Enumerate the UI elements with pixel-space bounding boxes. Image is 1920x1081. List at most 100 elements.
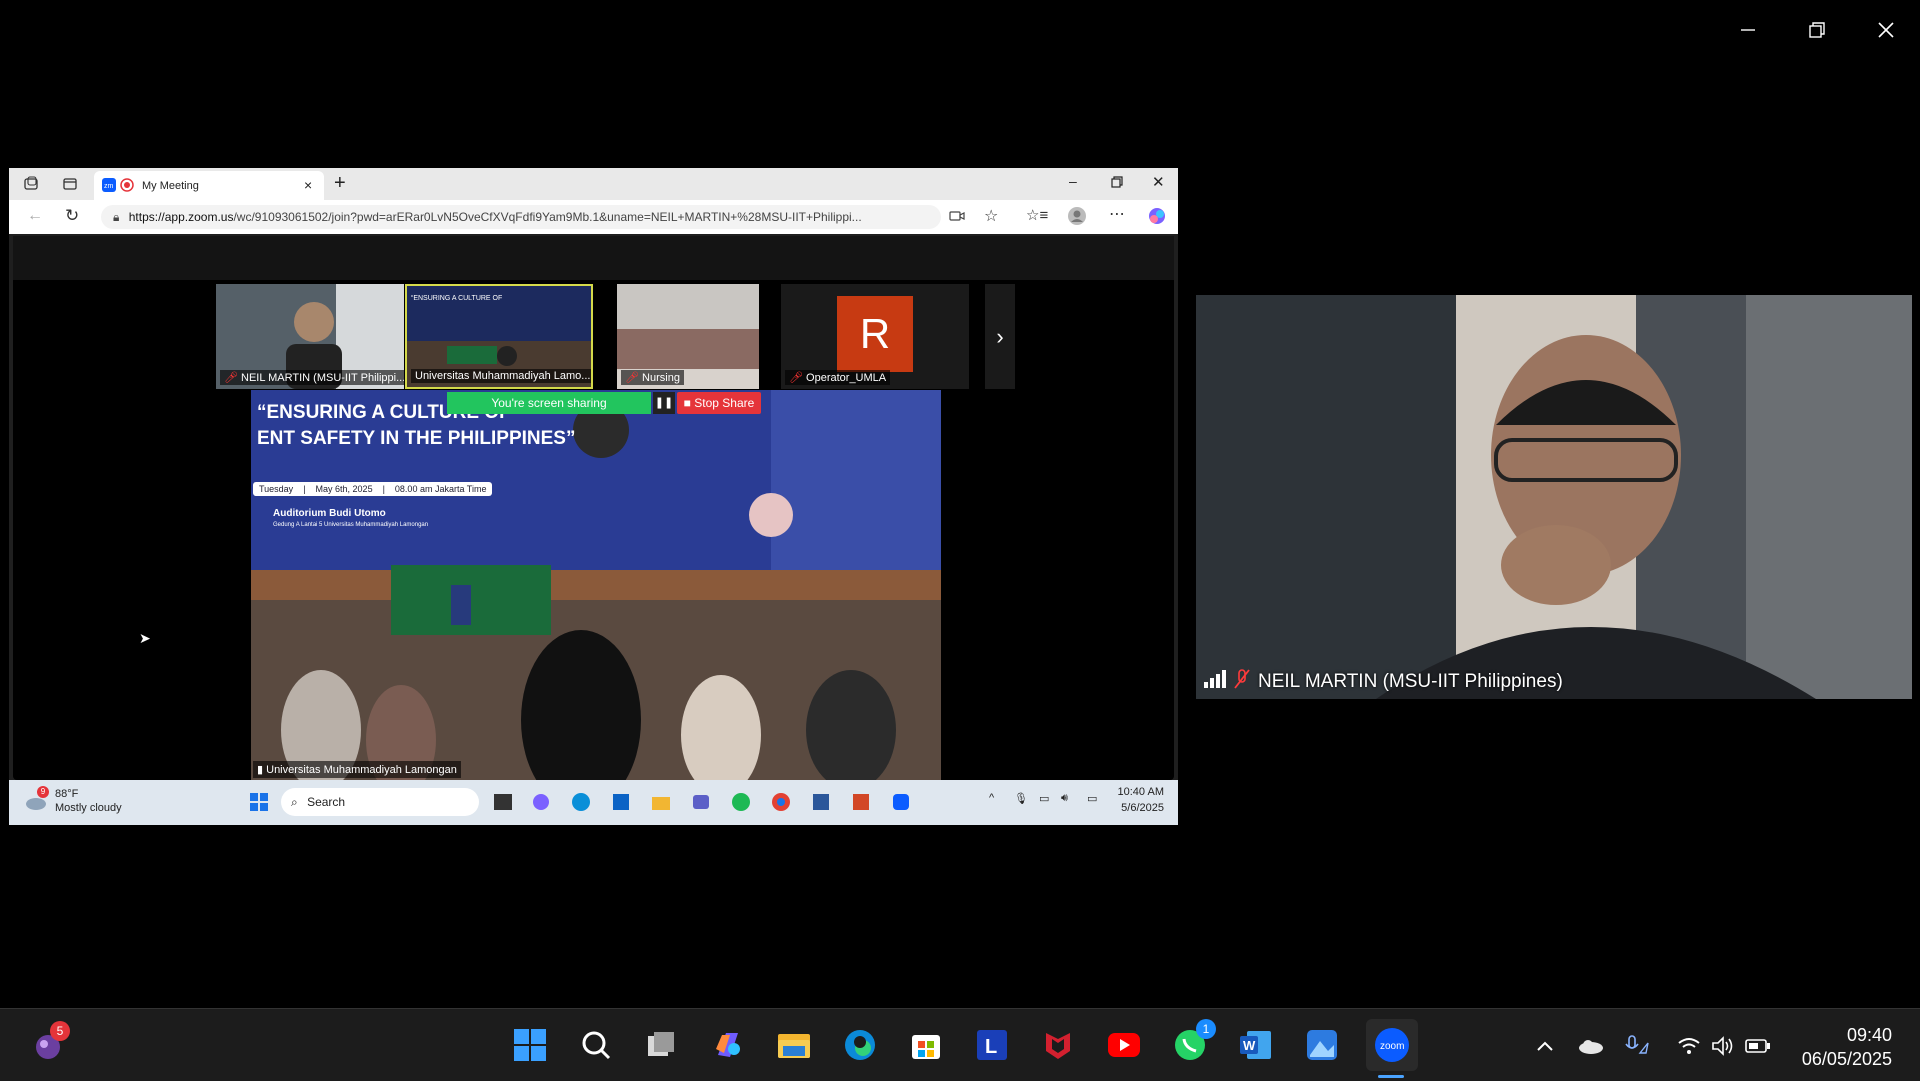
- edge-icon[interactable]: [838, 1023, 882, 1067]
- window-controls: [1713, 0, 1920, 60]
- svg-text:L: L: [985, 1036, 997, 1058]
- volume-icon[interactable]: [1710, 1033, 1736, 1059]
- copilot-icon[interactable]: [706, 1023, 750, 1067]
- word-icon[interactable]: [811, 792, 831, 815]
- svg-text:zm: zm: [104, 183, 114, 190]
- tab-close-icon[interactable]: ×: [304, 177, 312, 193]
- taskbar: 5 L 1 W zoom 09:40 06/05/2025: [0, 1008, 1920, 1081]
- zoom-meeting-area: 🎤︎ NEIL MARTIN (MSU-IIT Philippi... “ENS…: [13, 236, 1174, 780]
- microphone-icon[interactable]: [1624, 1033, 1650, 1059]
- speaker-name-label: NEIL MARTIN (MSU-IIT Philippines): [1204, 669, 1563, 695]
- search-icon[interactable]: [574, 1023, 618, 1067]
- stop-share-button[interactable]: ■ Stop Share: [677, 392, 761, 414]
- muted-mic-icon: 🎤︎: [789, 372, 803, 384]
- zoom-icon[interactable]: zoom: [1366, 1019, 1418, 1071]
- active-app-indicator: [1378, 1075, 1404, 1078]
- more-options-icon[interactable]: ⋯: [1109, 204, 1125, 224]
- mouse-cursor-icon: ➤: [139, 630, 151, 646]
- task-view-icon[interactable]: [494, 794, 512, 810]
- volume-icon[interactable]: 🔊︎: [1061, 792, 1068, 805]
- participant-tile[interactable]: 🎤︎ NEIL MARTIN (MSU-IIT Philippi...: [216, 284, 404, 389]
- whatsapp-badge: 1: [1196, 1019, 1216, 1039]
- participant-tile[interactable]: 🎤︎ Nursing: [617, 284, 759, 389]
- zoom-icon[interactable]: [891, 792, 911, 815]
- start-icon[interactable]: [249, 792, 269, 815]
- active-speaker-video[interactable]: NEIL MARTIN (MSU-IIT Philippines): [1196, 295, 1912, 699]
- browser-address-bar: ← ↻ 🔒︎ https://app.zoom.us/wc/9109306150…: [9, 200, 1178, 234]
- powerpoint-icon[interactable]: [851, 792, 871, 815]
- close-icon[interactable]: [1851, 0, 1920, 60]
- weather-temp: 88°F: [55, 788, 79, 800]
- weather-badge: 9: [37, 786, 49, 798]
- shared-screen-content: “ENSURING A CULTURE OF ENT SAFETY IN THE…: [251, 390, 941, 780]
- browser-tab-bar: zm My Meeting × + – ✕: [9, 168, 1178, 200]
- participant-tile[interactable]: R 🎤︎ Operator_UMLA: [781, 284, 969, 389]
- url-field[interactable]: 🔒︎ https://app.zoom.us/wc/91093061502/jo…: [101, 205, 941, 229]
- onedrive-icon[interactable]: [1578, 1033, 1604, 1059]
- l-app-icon[interactable]: L: [970, 1023, 1014, 1067]
- taskbar-clock[interactable]: 09:40 06/05/2025: [1802, 1023, 1892, 1071]
- weather-desc: Mostly cloudy: [55, 802, 122, 814]
- store-icon[interactable]: [904, 1023, 948, 1067]
- battery-icon[interactable]: [1745, 1033, 1771, 1059]
- participant-label: 🎤︎ Operator_UMLA: [785, 370, 891, 385]
- next-page-chevron-icon[interactable]: ›: [985, 284, 1015, 389]
- shared-browser-window: zm My Meeting × + – ✕ ← ↻ 🔒︎ https://app…: [9, 168, 1178, 825]
- browser-close-icon[interactable]: ✕: [1152, 173, 1165, 191]
- favorites-icon[interactable]: ☆≡: [1026, 206, 1048, 224]
- shared-source-label: ▮ Universitas Muhammadiyah Lamongan: [253, 761, 461, 778]
- network-icon[interactable]: ▭: [1039, 792, 1049, 805]
- refresh-icon[interactable]: ↻: [65, 206, 79, 226]
- wifi-icon[interactable]: [1676, 1033, 1702, 1059]
- teams-icon[interactable]: [691, 792, 711, 815]
- signal-icon: ▮: [257, 764, 264, 776]
- pause-share-icon[interactable]: ❚❚: [653, 392, 675, 414]
- search-icon: ⌕: [291, 795, 298, 809]
- url-path: /wc/91093061502/join?pwd=arERar0LvN5OveC…: [233, 210, 862, 224]
- participant-label: 🎤︎ Nursing: [621, 370, 684, 385]
- favorite-star-icon[interactable]: ☆: [984, 206, 998, 226]
- browser-restore-icon[interactable]: [1111, 175, 1123, 193]
- camera-permission-icon[interactable]: [949, 208, 965, 229]
- workspaces-icon[interactable]: [23, 176, 39, 197]
- battery-icon[interactable]: ▭: [1087, 792, 1097, 805]
- search-input[interactable]: ⌕ Search: [281, 788, 479, 816]
- microphone-icon[interactable]: 🎙︎: [1014, 792, 1028, 805]
- tray-chevron-icon[interactable]: [1532, 1033, 1558, 1059]
- new-tab-icon[interactable]: +: [334, 172, 346, 195]
- speaker-video-image: [1196, 295, 1912, 699]
- tab-actions-icon[interactable]: [62, 176, 78, 197]
- stop-icon: ■: [683, 396, 691, 410]
- browser-minimize-icon[interactable]: –: [1069, 173, 1077, 189]
- file-explorer-icon[interactable]: [651, 792, 671, 815]
- word-icon[interactable]: W: [1234, 1023, 1278, 1067]
- edge-icon[interactable]: [571, 792, 591, 815]
- tab-title: My Meeting: [142, 180, 199, 192]
- zoom-favicon-icon: zm: [102, 178, 116, 195]
- file-explorer-icon[interactable]: [772, 1023, 816, 1067]
- youtube-icon[interactable]: [1102, 1023, 1146, 1067]
- copilot-browser-icon[interactable]: [1147, 206, 1167, 231]
- chrome-icon[interactable]: [771, 792, 791, 815]
- minimize-icon[interactable]: [1713, 0, 1782, 60]
- inner-taskbar: 9 88°F Mostly cloudy ⌕ Search ^ 🎙︎ ▭ 🔊︎ …: [9, 780, 1178, 825]
- spotify-icon[interactable]: [731, 792, 751, 815]
- task-view-icon[interactable]: [640, 1023, 684, 1067]
- muted-mic-icon: [1234, 669, 1250, 695]
- restore-icon[interactable]: [1782, 0, 1851, 60]
- mcafee-icon[interactable]: [1036, 1023, 1080, 1067]
- clock-time: 09:40: [1846, 1025, 1892, 1045]
- profile-icon[interactable]: [1067, 206, 1087, 231]
- notification-badge: 5: [50, 1021, 70, 1041]
- zoom-top-bar: [13, 236, 1174, 280]
- photos-icon[interactable]: [1300, 1023, 1344, 1067]
- svg-text:zoom: zoom: [1380, 1041, 1404, 1052]
- tray-chevron-icon[interactable]: ^: [989, 792, 994, 804]
- start-icon[interactable]: [508, 1023, 552, 1067]
- outlook-icon[interactable]: [611, 792, 631, 815]
- tab-my-meeting[interactable]: zm My Meeting ×: [94, 171, 324, 200]
- back-icon[interactable]: ←: [27, 207, 43, 225]
- inner-clock-time: 10:40 AM: [1117, 786, 1164, 798]
- copilot-icon[interactable]: [531, 792, 551, 815]
- participant-tile[interactable]: “ENSURING A CULTURE OF Universitas Muham…: [405, 284, 593, 389]
